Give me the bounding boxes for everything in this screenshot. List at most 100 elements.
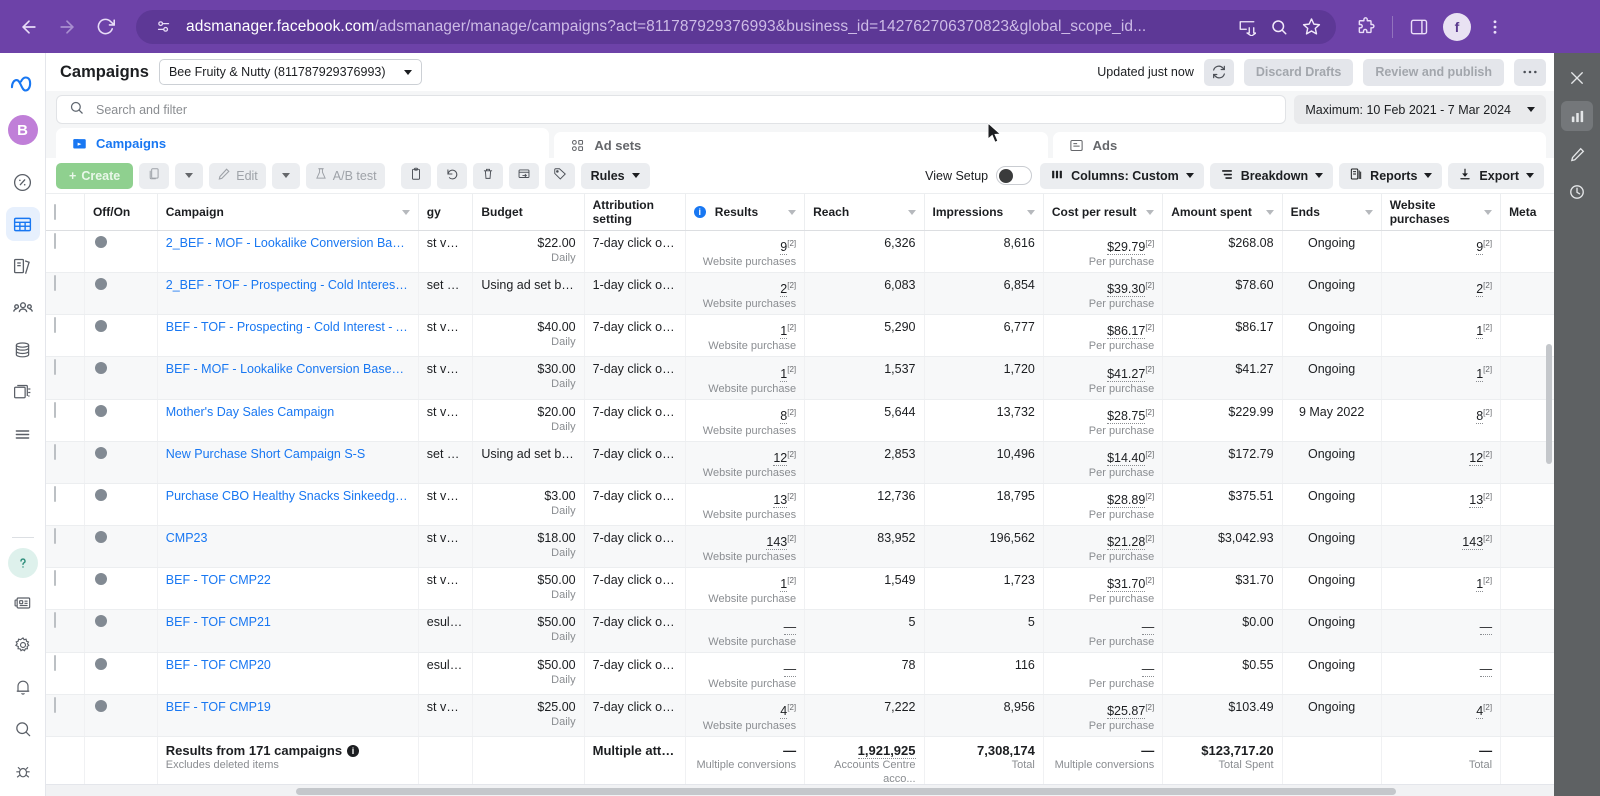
row-checkbox[interactable]: [54, 317, 56, 334]
clock-history-icon[interactable]: [1561, 177, 1593, 207]
row-select-cell[interactable]: [46, 314, 85, 358]
col-impressions[interactable]: Impressions: [924, 194, 1044, 231]
kebab-menu-icon[interactable]: [1477, 9, 1513, 45]
view-setup-switch[interactable]: [996, 166, 1033, 185]
table-row[interactable]: New Purchase Short Campaign S-S set bid …: [46, 441, 1554, 484]
select-all-checkbox[interactable]: [54, 204, 56, 220]
extensions-puzzle-icon[interactable]: [1348, 9, 1384, 45]
sidebar-item-more[interactable]: [6, 417, 40, 451]
col-amount-spent[interactable]: Amount spent: [1162, 194, 1283, 231]
install-app-icon[interactable]: [1232, 12, 1262, 42]
table-row[interactable]: Mother's Day Sales Campaign st volume $2…: [46, 399, 1554, 442]
campaign-name-link[interactable]: Purchase CBO Healthy Snacks Sinkeedgedes…: [166, 489, 410, 504]
table-row[interactable]: Purchase CBO Healthy Snacks Sinkeedgedes…: [46, 483, 1554, 527]
sidebar-item-search[interactable]: [6, 712, 40, 746]
star-bookmark-icon[interactable]: [1296, 12, 1326, 42]
horizontal-scrollbar-track[interactable]: [46, 784, 1554, 796]
row-campaign-cell[interactable]: 2_BEF - MOF - Lookalike Conversion Based…: [157, 230, 419, 274]
sort-caret-icon[interactable]: [907, 209, 916, 215]
tab-ads[interactable]: Ads: [1052, 132, 1546, 158]
table-row[interactable]: BEF - TOF CMP19 st volume $25.00Daily 7-…: [46, 694, 1554, 737]
pencil-icon[interactable]: [1561, 139, 1593, 169]
table-row[interactable]: BEF - TOF CMP20 esult g... $50.00Daily 7…: [46, 652, 1554, 695]
campaign-name-link[interactable]: BEF - TOF CMP21: [166, 615, 410, 630]
row-campaign-cell[interactable]: BEF - TOF CMP21: [157, 609, 419, 653]
campaigns-table-container[interactable]: Off/On Campaign gy Budget Attribution se…: [46, 194, 1554, 796]
col-website-purchases[interactable]: Website purchases: [1381, 194, 1502, 231]
sidebar-item-campaigns[interactable]: [5, 207, 40, 241]
tag-button[interactable]: [544, 162, 575, 189]
view-setup-toggle[interactable]: View Setup: [925, 166, 1033, 185]
campaign-name-link[interactable]: BEF - TOF - Prospecting - Cold Interest …: [166, 320, 410, 335]
row-toggle-cell[interactable]: [84, 314, 158, 358]
row-campaign-cell[interactable]: BEF - MOF - Lookalike Conversion Based 6…: [157, 356, 419, 400]
row-checkbox[interactable]: [54, 275, 56, 292]
sort-caret-icon[interactable]: [1484, 209, 1493, 215]
row-select-cell[interactable]: [46, 483, 85, 527]
browser-back-button[interactable]: [12, 10, 46, 44]
search-input[interactable]: Search and filter: [56, 95, 1287, 124]
col-ends[interactable]: Ends: [1282, 194, 1382, 231]
profile-avatar[interactable]: f: [1439, 9, 1475, 45]
row-campaign-cell[interactable]: CMP23: [157, 525, 419, 569]
row-toggle-cell[interactable]: [84, 356, 158, 400]
row-select-cell[interactable]: [46, 272, 85, 316]
row-checkbox[interactable]: [54, 696, 56, 713]
revert-button[interactable]: [436, 162, 467, 189]
row-select-cell[interactable]: [46, 399, 85, 442]
header-more-button[interactable]: [1514, 58, 1546, 86]
row-checkbox[interactable]: [54, 570, 56, 587]
breakdown-dropdown[interactable]: Breakdown: [1209, 162, 1334, 189]
rules-dropdown[interactable]: Rules: [580, 162, 650, 189]
sidebar-item-billing[interactable]: [6, 333, 40, 367]
row-select-cell[interactable]: [46, 567, 85, 611]
refresh-button[interactable]: [1203, 58, 1234, 86]
row-select-cell[interactable]: [46, 230, 85, 274]
col-strategy[interactable]: gy: [418, 194, 474, 231]
table-row[interactable]: BEF - MOF - Lookalike Conversion Based 6…: [46, 356, 1554, 400]
info-icon[interactable]: i: [693, 206, 706, 218]
campaign-name-link[interactable]: BEF - MOF - Lookalike Conversion Based 6…: [166, 362, 410, 377]
browser-forward-button[interactable]: [50, 10, 84, 44]
sort-caret-icon[interactable]: [1026, 209, 1035, 215]
sidebar-item-creative[interactable]: [6, 375, 40, 409]
sort-caret-icon[interactable]: [1265, 209, 1274, 215]
sidebar-item-settings[interactable]: [6, 628, 40, 662]
table-row[interactable]: 2_BEF - MOF - Lookalike Conversion Based…: [46, 230, 1554, 274]
zoom-search-icon[interactable]: [1264, 12, 1294, 42]
edit-button[interactable]: Edit: [209, 162, 266, 189]
side-panel-icon[interactable]: [1401, 9, 1437, 45]
sort-caret-icon[interactable]: [788, 209, 797, 215]
row-campaign-cell[interactable]: BEF - TOF CMP22: [157, 567, 419, 611]
col-reach[interactable]: Reach: [804, 194, 925, 231]
discard-drafts-button[interactable]: Discard Drafts: [1243, 58, 1354, 86]
tab-adsets[interactable]: Ad sets: [554, 132, 1048, 158]
row-select-cell[interactable]: [46, 694, 85, 737]
sidebar-item-bug[interactable]: [6, 754, 40, 788]
site-settings-icon[interactable]: [150, 14, 176, 40]
row-toggle-cell[interactable]: [84, 525, 158, 569]
row-campaign-cell[interactable]: BEF - TOF CMP19: [157, 694, 419, 737]
columns-dropdown[interactable]: Columns: Custom: [1040, 162, 1204, 189]
campaign-name-link[interactable]: 2_BEF - TOF - Prospecting - Cold Interes…: [166, 278, 410, 293]
browser-reload-button[interactable]: [88, 10, 122, 44]
row-checkbox[interactable]: [54, 443, 56, 460]
row-checkbox[interactable]: [54, 485, 56, 502]
table-row[interactable]: 2_BEF - TOF - Prospecting - Cold Interes…: [46, 272, 1554, 316]
row-select-cell[interactable]: [46, 609, 85, 653]
table-row[interactable]: BEF - TOF - Prospecting - Cold Interest …: [46, 314, 1554, 358]
close-x-icon[interactable]: [1561, 63, 1593, 93]
row-checkbox[interactable]: [54, 233, 56, 249]
select-all-header[interactable]: [46, 194, 85, 231]
row-campaign-cell[interactable]: Purchase CBO Healthy Snacks Sinkeedgedes…: [157, 483, 419, 527]
row-campaign-cell[interactable]: BEF - TOF - Prospecting - Cold Interest …: [157, 314, 419, 358]
account-selector[interactable]: Bee Fruity & Nutty (811787929376993): [158, 59, 422, 85]
row-campaign-cell[interactable]: New Purchase Short Campaign S-S: [157, 441, 419, 484]
row-campaign-cell[interactable]: BEF - TOF CMP20: [157, 652, 419, 695]
info-icon[interactable]: i: [347, 744, 360, 757]
col-offon[interactable]: Off/On: [84, 194, 158, 231]
row-toggle-cell[interactable]: [84, 609, 158, 653]
col-attribution[interactable]: Attribution setting: [584, 194, 686, 231]
row-toggle-cell[interactable]: [84, 230, 158, 274]
review-and-publish-button[interactable]: Review and publish: [1363, 58, 1504, 86]
